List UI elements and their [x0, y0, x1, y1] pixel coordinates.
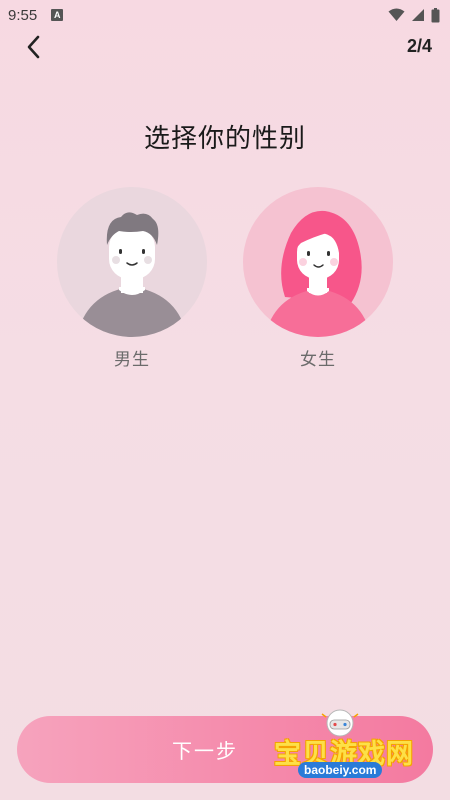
watermark-logo: 宝贝游戏网 baobeiy.com	[270, 706, 420, 790]
gender-option-female[interactable]: 女生	[243, 187, 393, 370]
gender-option-male[interactable]: 男生	[57, 187, 207, 370]
watermark-url: baobeiy.com	[298, 762, 383, 778]
male-avatar-icon	[77, 212, 187, 337]
chevron-left-icon[interactable]	[22, 34, 48, 60]
battery-icon	[431, 7, 440, 22]
female-label: 女生	[300, 350, 336, 370]
female-avatar-icon	[265, 210, 371, 337]
male-avatar[interactable]	[57, 187, 207, 337]
nav-bar: 2/4	[0, 30, 450, 64]
notification-a-icon: A	[51, 9, 64, 21]
step-indicator: 2/4	[406, 36, 432, 56]
female-avatar[interactable]	[243, 187, 393, 337]
status-right	[388, 7, 440, 23]
signal-icon	[412, 9, 424, 21]
status-time: 9:55	[8, 6, 38, 24]
page-title: 选择你的性别	[143, 124, 306, 154]
status-bar: 9:55 A	[0, 0, 450, 30]
wifi-icon	[388, 8, 405, 21]
status-left: 9:55 A	[8, 6, 64, 24]
next-button-label: 下一步	[172, 739, 238, 763]
male-label: 男生	[114, 350, 150, 370]
